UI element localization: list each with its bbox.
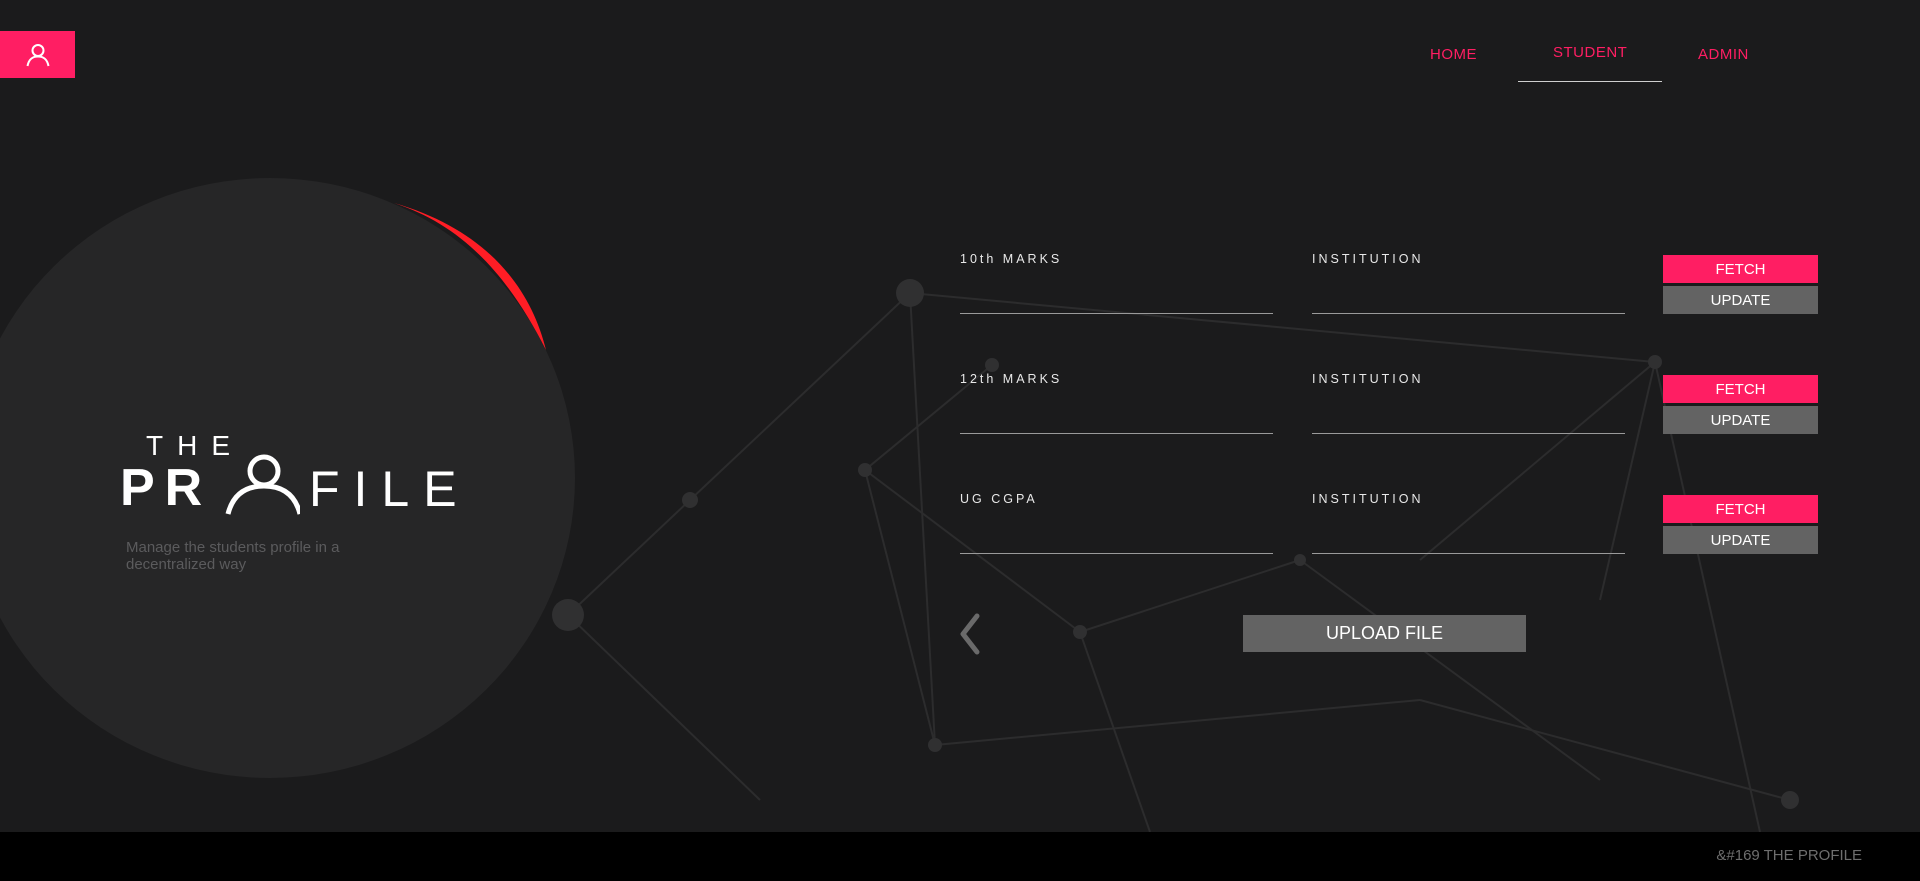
ug-update-button[interactable]: UPDATE	[1663, 526, 1818, 554]
ug-institution-input[interactable]	[1312, 526, 1625, 554]
tenth-marks-input[interactable]	[960, 286, 1273, 314]
ug-cgpa-label: UG CGPA	[960, 492, 1038, 506]
twelfth-institution-label: INSTITUTION	[1312, 372, 1424, 386]
logo-pr-text: PR	[120, 459, 213, 517]
tagline: Manage the students profile in a decentr…	[126, 539, 340, 573]
twelfth-marks-label: 12th MARKS	[960, 372, 1063, 386]
ug-fetch-button[interactable]: FETCH	[1663, 495, 1818, 523]
user-profile-button[interactable]	[0, 31, 75, 78]
twelfth-marks-input[interactable]	[960, 406, 1273, 434]
tenth-institution-label: INSTITUTION	[1312, 252, 1424, 266]
tenth-institution-input[interactable]	[1312, 286, 1625, 314]
tenth-fetch-button[interactable]: FETCH	[1663, 255, 1818, 283]
chevron-left-icon[interactable]	[958, 612, 982, 656]
upload-file-button[interactable]: UPLOAD FILE	[1243, 615, 1526, 652]
twelfth-fetch-button[interactable]: FETCH	[1663, 375, 1818, 403]
nav-student-link[interactable]: STUDENT	[1553, 44, 1627, 61]
active-nav-underline	[1518, 81, 1662, 82]
twelfth-institution-input[interactable]	[1312, 406, 1625, 434]
footer: &#169 THE PROFILE	[0, 832, 1920, 881]
tenth-update-button[interactable]: UPDATE	[1663, 286, 1818, 314]
logo-person-icon	[225, 454, 300, 515]
logo-file-text: FILE	[309, 461, 471, 517]
red-arc-decoration	[394, 203, 546, 350]
ug-institution-label: INSTITUTION	[1312, 492, 1424, 506]
main-nav: HOME STUDENT ADMIN	[1380, 0, 1800, 85]
logo: PR FILE	[120, 452, 457, 517]
ug-cgpa-input[interactable]	[960, 526, 1273, 554]
nav-home-link[interactable]: HOME	[1430, 46, 1477, 63]
nav-admin-link[interactable]: ADMIN	[1698, 46, 1749, 63]
user-icon	[26, 43, 49, 66]
footer-copyright: &#169 THE PROFILE	[1716, 847, 1862, 864]
tenth-marks-label: 10th MARKS	[960, 252, 1063, 266]
twelfth-update-button[interactable]: UPDATE	[1663, 406, 1818, 434]
